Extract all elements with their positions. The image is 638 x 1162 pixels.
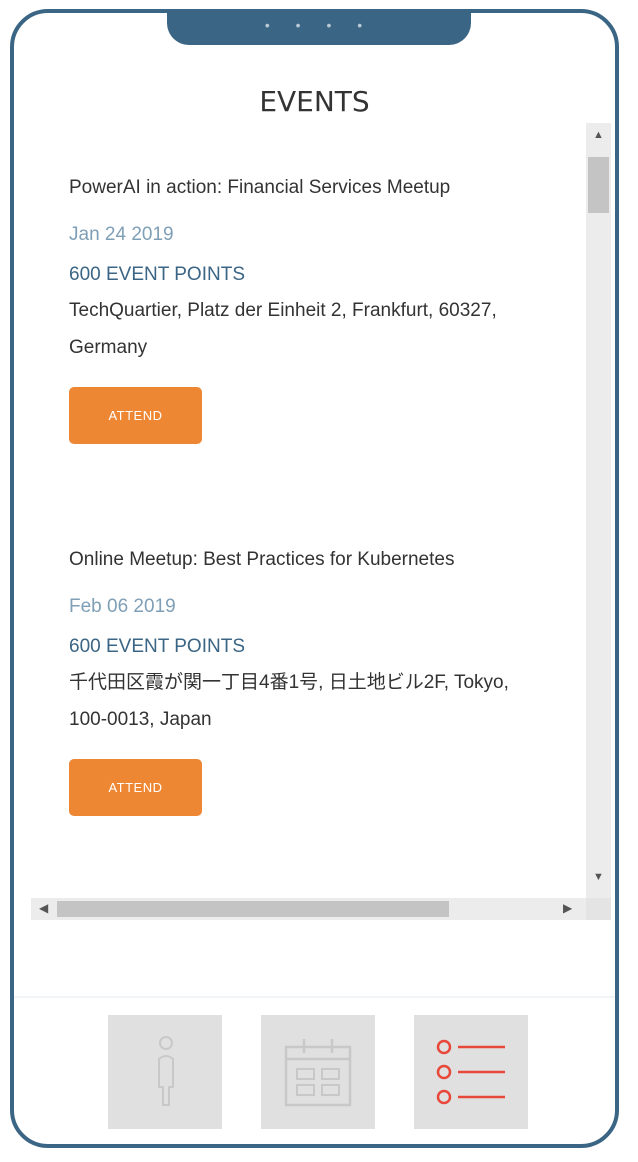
- notch-dots: • • • •: [264, 17, 374, 33]
- horizontal-scroll-thumb[interactable]: [57, 901, 449, 917]
- calendar-icon: [284, 1039, 352, 1107]
- phone-notch: • • • •: [167, 13, 471, 45]
- event-date: Jan 24 2019: [69, 224, 174, 245]
- scroll-down-arrow-icon[interactable]: ▼: [586, 871, 611, 883]
- nav-events-button[interactable]: [414, 1015, 528, 1129]
- event-title: Online Meetup: Best Practices for Kubern…: [69, 549, 455, 570]
- event-title: PowerAI in action: Financial Services Me…: [69, 177, 451, 198]
- nav-profile-button[interactable]: [108, 1015, 222, 1129]
- event-points: 600 EVENT POINTS: [69, 264, 245, 285]
- event-date: Feb 06 2019: [69, 596, 176, 617]
- person-icon: [158, 1036, 174, 1106]
- list-icon: [436, 1039, 505, 1105]
- vertical-scrollbar[interactable]: ▲ ▼: [586, 123, 611, 898]
- scroll-right-arrow-icon[interactable]: ▶: [563, 901, 572, 915]
- event-address: TechQuartier, Platz der Einheit 2, Frank…: [69, 300, 497, 358]
- phone-frame: • • • • EVENTS PowerAI in action: Financ…: [10, 9, 619, 1148]
- attend-button[interactable]: ATTEND: [69, 387, 202, 444]
- vertical-scroll-thumb[interactable]: [588, 157, 609, 213]
- event-points: 600 EVENT POINTS: [69, 636, 245, 657]
- horizontal-scrollbar[interactable]: ◀ ▶: [31, 898, 586, 920]
- page-title: EVENTS: [259, 85, 370, 118]
- scrollbar-corner: [586, 898, 611, 920]
- events-scroll-area[interactable]: PowerAI in action: Financial Services Me…: [31, 123, 611, 920]
- footer-divider: [14, 996, 615, 998]
- attend-button[interactable]: ATTEND: [69, 759, 202, 816]
- event-address: 千代田区霞が関一丁目4番1号, 日土地ビル2F, Tokyo, 100-0013…: [69, 672, 509, 730]
- scroll-up-arrow-icon[interactable]: ▲: [586, 129, 611, 141]
- scroll-left-arrow-icon[interactable]: ◀: [39, 901, 48, 915]
- events-list: PowerAI in action: Financial Services Me…: [31, 123, 586, 898]
- nav-calendar-button[interactable]: [261, 1015, 375, 1129]
